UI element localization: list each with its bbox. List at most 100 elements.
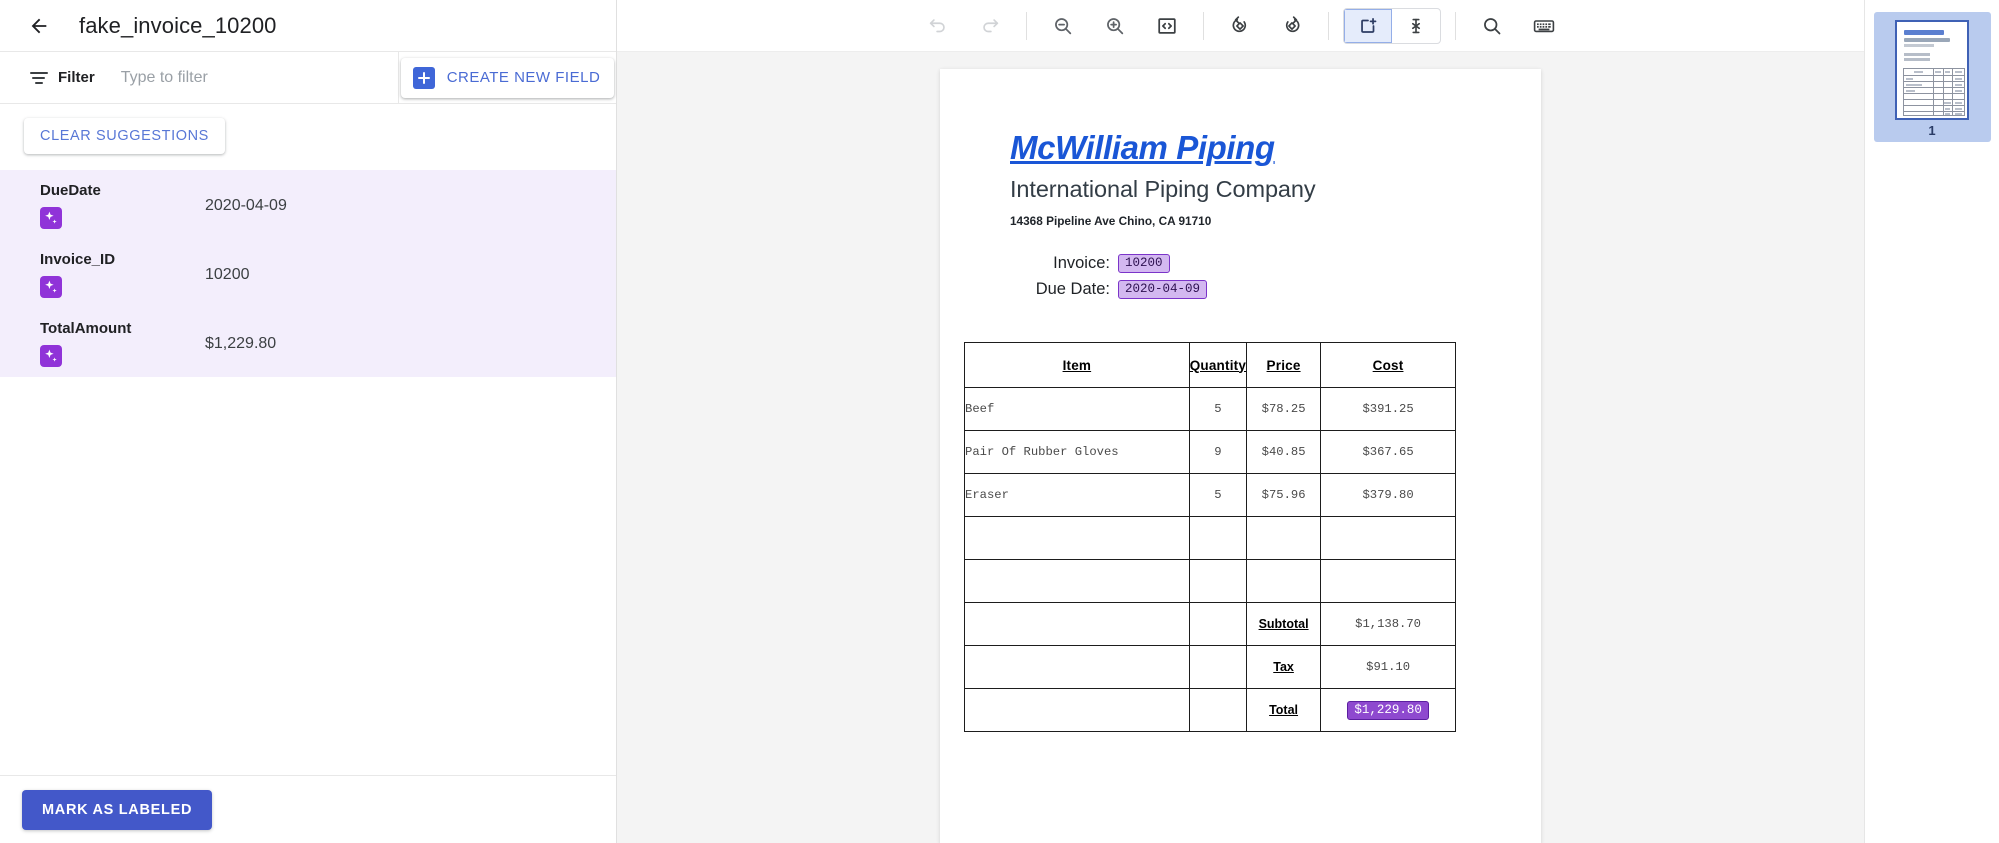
create-new-field-label: CREATE NEW FIELD bbox=[447, 69, 601, 86]
table-row: Beef 5 $78.25 $391.25 bbox=[965, 388, 1456, 431]
clear-suggestions-button[interactable]: CLEAR SUGGESTIONS bbox=[24, 118, 225, 154]
fit-width-icon[interactable] bbox=[1147, 9, 1187, 43]
cell-blank bbox=[965, 646, 1190, 689]
invoice-letterhead: McWilliam Piping International Piping Co… bbox=[940, 69, 1541, 228]
total-amount-annotation[interactable]: $1,229.80 bbox=[1347, 701, 1429, 720]
toolbar-divider bbox=[1203, 12, 1204, 40]
due-date-annotation[interactable]: 2020-04-09 bbox=[1118, 280, 1207, 299]
cell-blank bbox=[1189, 603, 1246, 646]
thumb-table bbox=[1903, 68, 1965, 116]
search-icon[interactable] bbox=[1472, 9, 1512, 43]
ai-sparkle-icon bbox=[40, 276, 62, 298]
rotate-left-icon[interactable] bbox=[1220, 9, 1260, 43]
filter-label: Filter bbox=[58, 69, 95, 86]
field-value: 2020-04-09 bbox=[205, 182, 287, 216]
cell-cost bbox=[1321, 517, 1456, 560]
select-text-icon[interactable] bbox=[1392, 9, 1440, 43]
company-name: McWilliam Piping bbox=[1010, 129, 1541, 167]
labeling-sidebar: fake_invoice_10200 Filter CREATE NEW FIE… bbox=[0, 0, 617, 843]
clear-suggestions-wrap: CLEAR SUGGESTIONS bbox=[0, 104, 616, 170]
zoom-in-icon[interactable] bbox=[1095, 9, 1135, 43]
thumb-company-subtitle bbox=[1904, 38, 1950, 42]
summary-label-subtotal: Subtotal bbox=[1247, 603, 1321, 646]
filter-icon bbox=[30, 71, 48, 85]
invoice-number-row: Invoice: 10200 bbox=[1008, 252, 1541, 274]
cell-quantity: 9 bbox=[1189, 431, 1246, 474]
viewer-toolbar bbox=[617, 0, 1864, 52]
column-header-quantity: Quantity bbox=[1189, 343, 1246, 388]
invoice-line-items-table: Item Quantity Price Cost Beef 5 $78.25 $… bbox=[964, 342, 1456, 732]
thumbnail-page-1[interactable]: 1 bbox=[1874, 12, 1991, 142]
document-viewer: McWilliam Piping International Piping Co… bbox=[617, 0, 1864, 843]
cell-cost: $379.80 bbox=[1321, 474, 1456, 517]
filter-bar: Filter CREATE NEW FIELD bbox=[0, 52, 616, 104]
toolbar-rotate-group bbox=[1214, 9, 1318, 43]
cell-blank bbox=[965, 689, 1190, 732]
keyboard-icon[interactable] bbox=[1524, 9, 1564, 43]
table-row: Eraser 5 $75.96 $379.80 bbox=[965, 474, 1456, 517]
cell-item bbox=[965, 560, 1190, 603]
ai-sparkle-icon bbox=[40, 345, 62, 367]
field-row-duedate[interactable]: DueDate 2020-04-09 bbox=[0, 170, 616, 239]
column-header-cost: Cost bbox=[1321, 343, 1456, 388]
field-left: TotalAmount bbox=[0, 320, 205, 367]
summary-row-total: Total $1,229.80 bbox=[965, 689, 1456, 732]
rotate-right-icon[interactable] bbox=[1272, 9, 1312, 43]
redo-icon[interactable] bbox=[970, 9, 1010, 43]
table-row: Pair Of Rubber Gloves 9 $40.85 $367.65 bbox=[965, 431, 1456, 474]
canvas-area[interactable]: McWilliam Piping International Piping Co… bbox=[617, 52, 1864, 843]
summary-label-tax: Tax bbox=[1247, 646, 1321, 689]
toolbar-history-group bbox=[912, 9, 1016, 43]
cell-quantity: 5 bbox=[1189, 474, 1246, 517]
table-row-empty bbox=[965, 560, 1456, 603]
field-row-invoice-id[interactable]: Invoice_ID 10200 bbox=[0, 239, 616, 308]
document-page[interactable]: McWilliam Piping International Piping Co… bbox=[940, 69, 1541, 843]
field-left: Invoice_ID bbox=[0, 251, 205, 298]
page-title: fake_invoice_10200 bbox=[79, 13, 277, 39]
toolbar-divider bbox=[1328, 12, 1329, 40]
invoice-number-label: Invoice: bbox=[1008, 254, 1110, 273]
toolbar-divider bbox=[1026, 12, 1027, 40]
arrow-back-icon[interactable] bbox=[22, 9, 56, 43]
app-root: fake_invoice_10200 Filter CREATE NEW FIE… bbox=[0, 0, 1999, 843]
summary-row-tax: Tax $91.10 bbox=[965, 646, 1456, 689]
field-label: DueDate bbox=[40, 182, 205, 200]
zoom-out-icon[interactable] bbox=[1043, 9, 1083, 43]
filter-input-group: Filter bbox=[0, 52, 399, 103]
column-header-price: Price bbox=[1247, 343, 1321, 388]
toolbar-mode-group bbox=[1343, 8, 1441, 44]
field-row-totalamount[interactable]: TotalAmount $1,229.80 bbox=[0, 308, 616, 377]
undo-icon[interactable] bbox=[918, 9, 958, 43]
summary-value-tax: $91.10 bbox=[1321, 646, 1456, 689]
sidebar-header: fake_invoice_10200 bbox=[0, 0, 616, 52]
cell-price: $78.25 bbox=[1247, 388, 1321, 431]
draw-box-icon[interactable] bbox=[1344, 9, 1392, 43]
thumb-address bbox=[1904, 44, 1934, 47]
field-left: DueDate bbox=[0, 182, 205, 229]
field-label: TotalAmount bbox=[40, 320, 205, 338]
thumb-company-name bbox=[1904, 30, 1944, 35]
invoice-number-annotation[interactable]: 10200 bbox=[1118, 254, 1170, 273]
cell-blank bbox=[1189, 689, 1246, 732]
cell-price bbox=[1247, 517, 1321, 560]
cell-blank bbox=[965, 603, 1190, 646]
cell-cost: $367.65 bbox=[1321, 431, 1456, 474]
table-row-empty bbox=[965, 517, 1456, 560]
summary-label-total: Total bbox=[1247, 689, 1321, 732]
due-date-row: Due Date: 2020-04-09 bbox=[1008, 278, 1541, 300]
column-header-item: Item bbox=[965, 343, 1190, 388]
cell-cost bbox=[1321, 560, 1456, 603]
sidebar-footer: MARK AS LABELED bbox=[0, 775, 616, 843]
field-value: $1,229.80 bbox=[205, 320, 276, 354]
cell-item bbox=[965, 517, 1190, 560]
create-new-field-wrap: CREATE NEW FIELD bbox=[399, 52, 616, 103]
create-new-field-button[interactable]: CREATE NEW FIELD bbox=[401, 58, 615, 98]
summary-row-subtotal: Subtotal $1,138.70 bbox=[965, 603, 1456, 646]
ai-sparkle-icon bbox=[40, 207, 62, 229]
search-input[interactable] bbox=[121, 69, 361, 87]
cell-quantity bbox=[1189, 517, 1246, 560]
mark-as-labeled-button[interactable]: MARK AS LABELED bbox=[22, 790, 212, 830]
cell-item: Beef bbox=[965, 388, 1190, 431]
table-header-row: Item Quantity Price Cost bbox=[965, 343, 1456, 388]
thumbnail-page-number: 1 bbox=[1928, 123, 1935, 138]
